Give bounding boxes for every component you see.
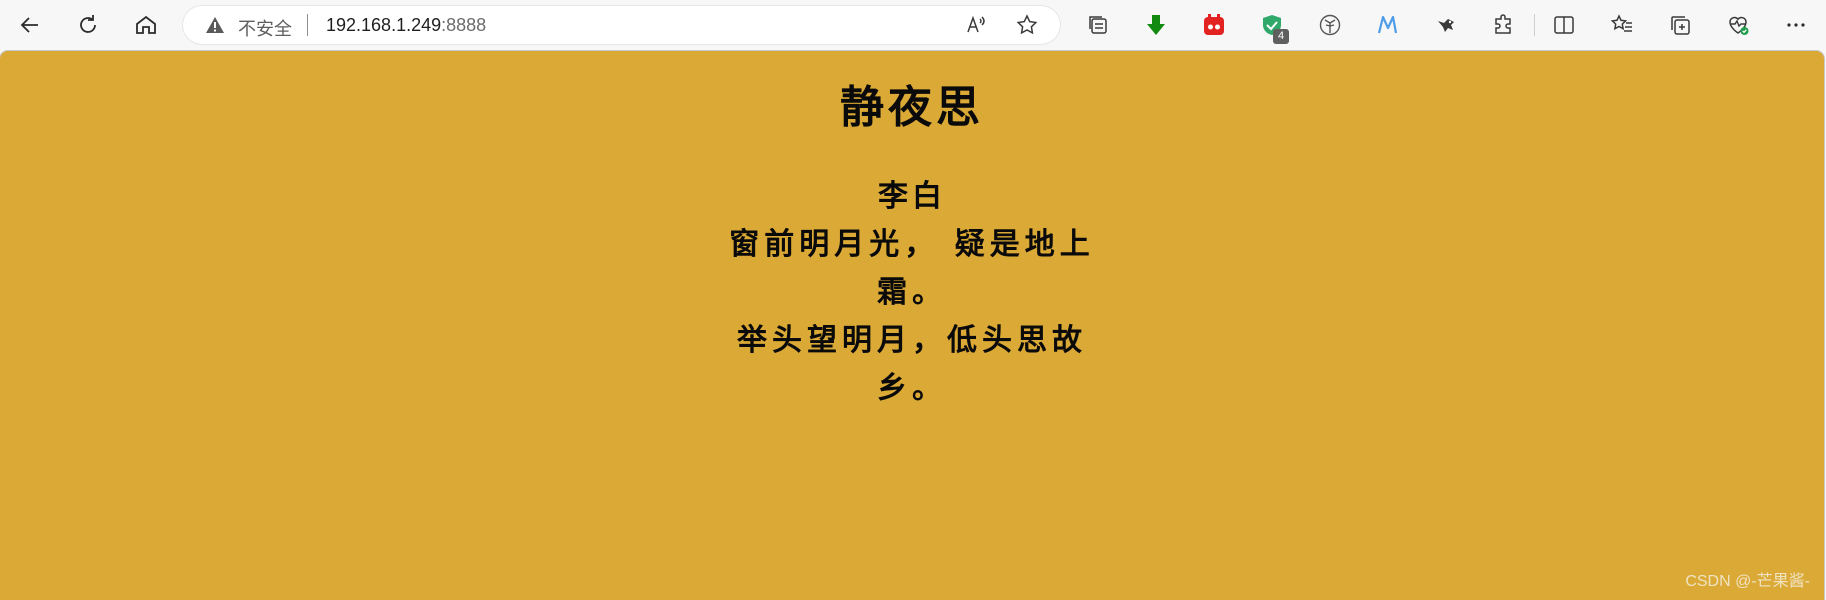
back-button[interactable] [12,7,48,43]
browser-health-icon [1729,16,1749,35]
collections-button[interactable] [1662,7,1698,43]
home-button[interactable] [128,7,164,43]
red-extension-button[interactable] [1196,7,1232,43]
url-port: :8888 [441,15,487,35]
warning-icon [206,17,224,33]
poem-line: 举头望明月，低头思故乡。 [737,323,1087,406]
favorites-list-icon [1610,14,1632,32]
tab-actions-icon [1089,16,1107,34]
download-arrow-icon [1147,15,1165,35]
red-extension-icon [1204,14,1224,35]
poem-title: 静夜思 [840,82,984,133]
collections-icon [1671,16,1690,35]
csdn-watermark: CSDN @-芒果酱- [1685,573,1810,590]
toolbar-divider [1534,14,1535,36]
more-button[interactable] [1778,7,1814,43]
download-extension-button[interactable] [1138,7,1174,43]
m-extension-button[interactable] [1370,7,1406,43]
address-bar[interactable]: 不安全 192.168.1.249:8888 [183,6,1060,44]
tab-actions-button[interactable] [1080,7,1116,43]
browser-health-button[interactable] [1720,7,1756,43]
bird-extension-icon [1438,19,1454,32]
bird-extension-button[interactable] [1428,7,1464,43]
extensions-puzzle-icon [1495,14,1511,34]
extensions-button[interactable] [1486,7,1522,43]
split-screen-button[interactable] [1546,7,1582,43]
page-content: 静夜思 李白 窗前明月光， 疑是地上霜。 举头望明月，低头思故乡。 CSDN @… [0,51,1824,600]
url-text[interactable]: 192.168.1.249:8888 [326,15,486,36]
split-screen-icon [1554,16,1574,34]
home-icon [136,15,156,34]
read-aloud-icon[interactable] [964,13,988,37]
security-label[interactable]: 不安全 [238,15,292,41]
poem-author: 李白 [878,179,946,214]
extension-badge: 4 [1273,29,1289,44]
poem-line: 窗前明月光， 疑是地上霜。 [729,227,1095,310]
favorite-star-icon[interactable] [1015,13,1039,37]
palm-extension-button[interactable] [1312,7,1348,43]
browser-toolbar: 不安全 192.168.1.249:8888 4 [0,0,1826,50]
reload-icon [80,15,96,33]
poem-container: 静夜思 李白 窗前明月光， 疑是地上霜。 举头望明月，低头思故乡。 [710,71,1114,413]
m-extension-icon [1377,15,1398,34]
back-arrow-icon [20,17,38,33]
url-host: 192.168.1.249 [326,15,442,35]
favorites-button[interactable] [1604,7,1640,43]
more-icon [1787,23,1805,27]
reload-button[interactable] [70,7,106,43]
address-divider [307,14,308,36]
palm-extension-icon [1319,14,1341,36]
